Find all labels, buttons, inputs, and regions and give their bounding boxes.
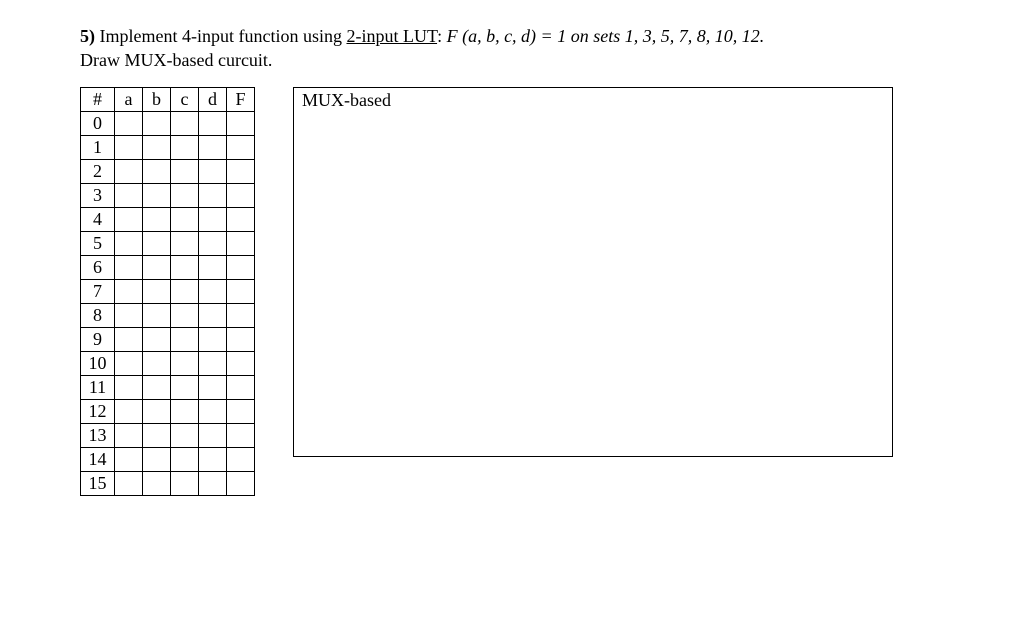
mux-label: MUX-based (302, 90, 391, 110)
question-function: F (a, b, c, d) = 1 on sets 1, 3, 5, 7, 8… (447, 26, 765, 46)
table-row: 7 (81, 279, 255, 303)
table-row: 5 (81, 231, 255, 255)
header-d: d (199, 87, 227, 111)
header-c: c (171, 87, 199, 111)
table-row: 15 (81, 471, 255, 495)
header-b: b (143, 87, 171, 111)
table-row: 3 (81, 183, 255, 207)
header-F: F (227, 87, 255, 111)
table-row: 9 (81, 327, 255, 351)
table-row: 4 (81, 207, 255, 231)
question-line2: Draw MUX-based curcuit. (80, 50, 272, 70)
table-row: 10 (81, 351, 255, 375)
table-row: 0 (81, 111, 255, 135)
question-underline: 2-input LUT (346, 26, 437, 46)
table-row: 13 (81, 423, 255, 447)
table-row: 12 (81, 399, 255, 423)
table-row: 14 (81, 447, 255, 471)
truth-table: # a b c d F 0 1 2 3 4 5 6 7 8 9 10 11 12… (80, 87, 255, 496)
header-a: a (115, 87, 143, 111)
question-number: 5) (80, 26, 95, 46)
table-row: 6 (81, 255, 255, 279)
question-text: 5) Implement 4-input function using 2-in… (80, 24, 944, 73)
question-part2: : (437, 26, 447, 46)
mux-drawing-area: MUX-based (293, 87, 893, 457)
header-num: # (81, 87, 115, 111)
table-row: 2 (81, 159, 255, 183)
table-row: 11 (81, 375, 255, 399)
table-header-row: # a b c d F (81, 87, 255, 111)
table-row: 1 (81, 135, 255, 159)
table-row: 8 (81, 303, 255, 327)
content-row: # a b c d F 0 1 2 3 4 5 6 7 8 9 10 11 12… (80, 87, 944, 496)
question-part1: Implement 4-input function using (100, 26, 347, 46)
